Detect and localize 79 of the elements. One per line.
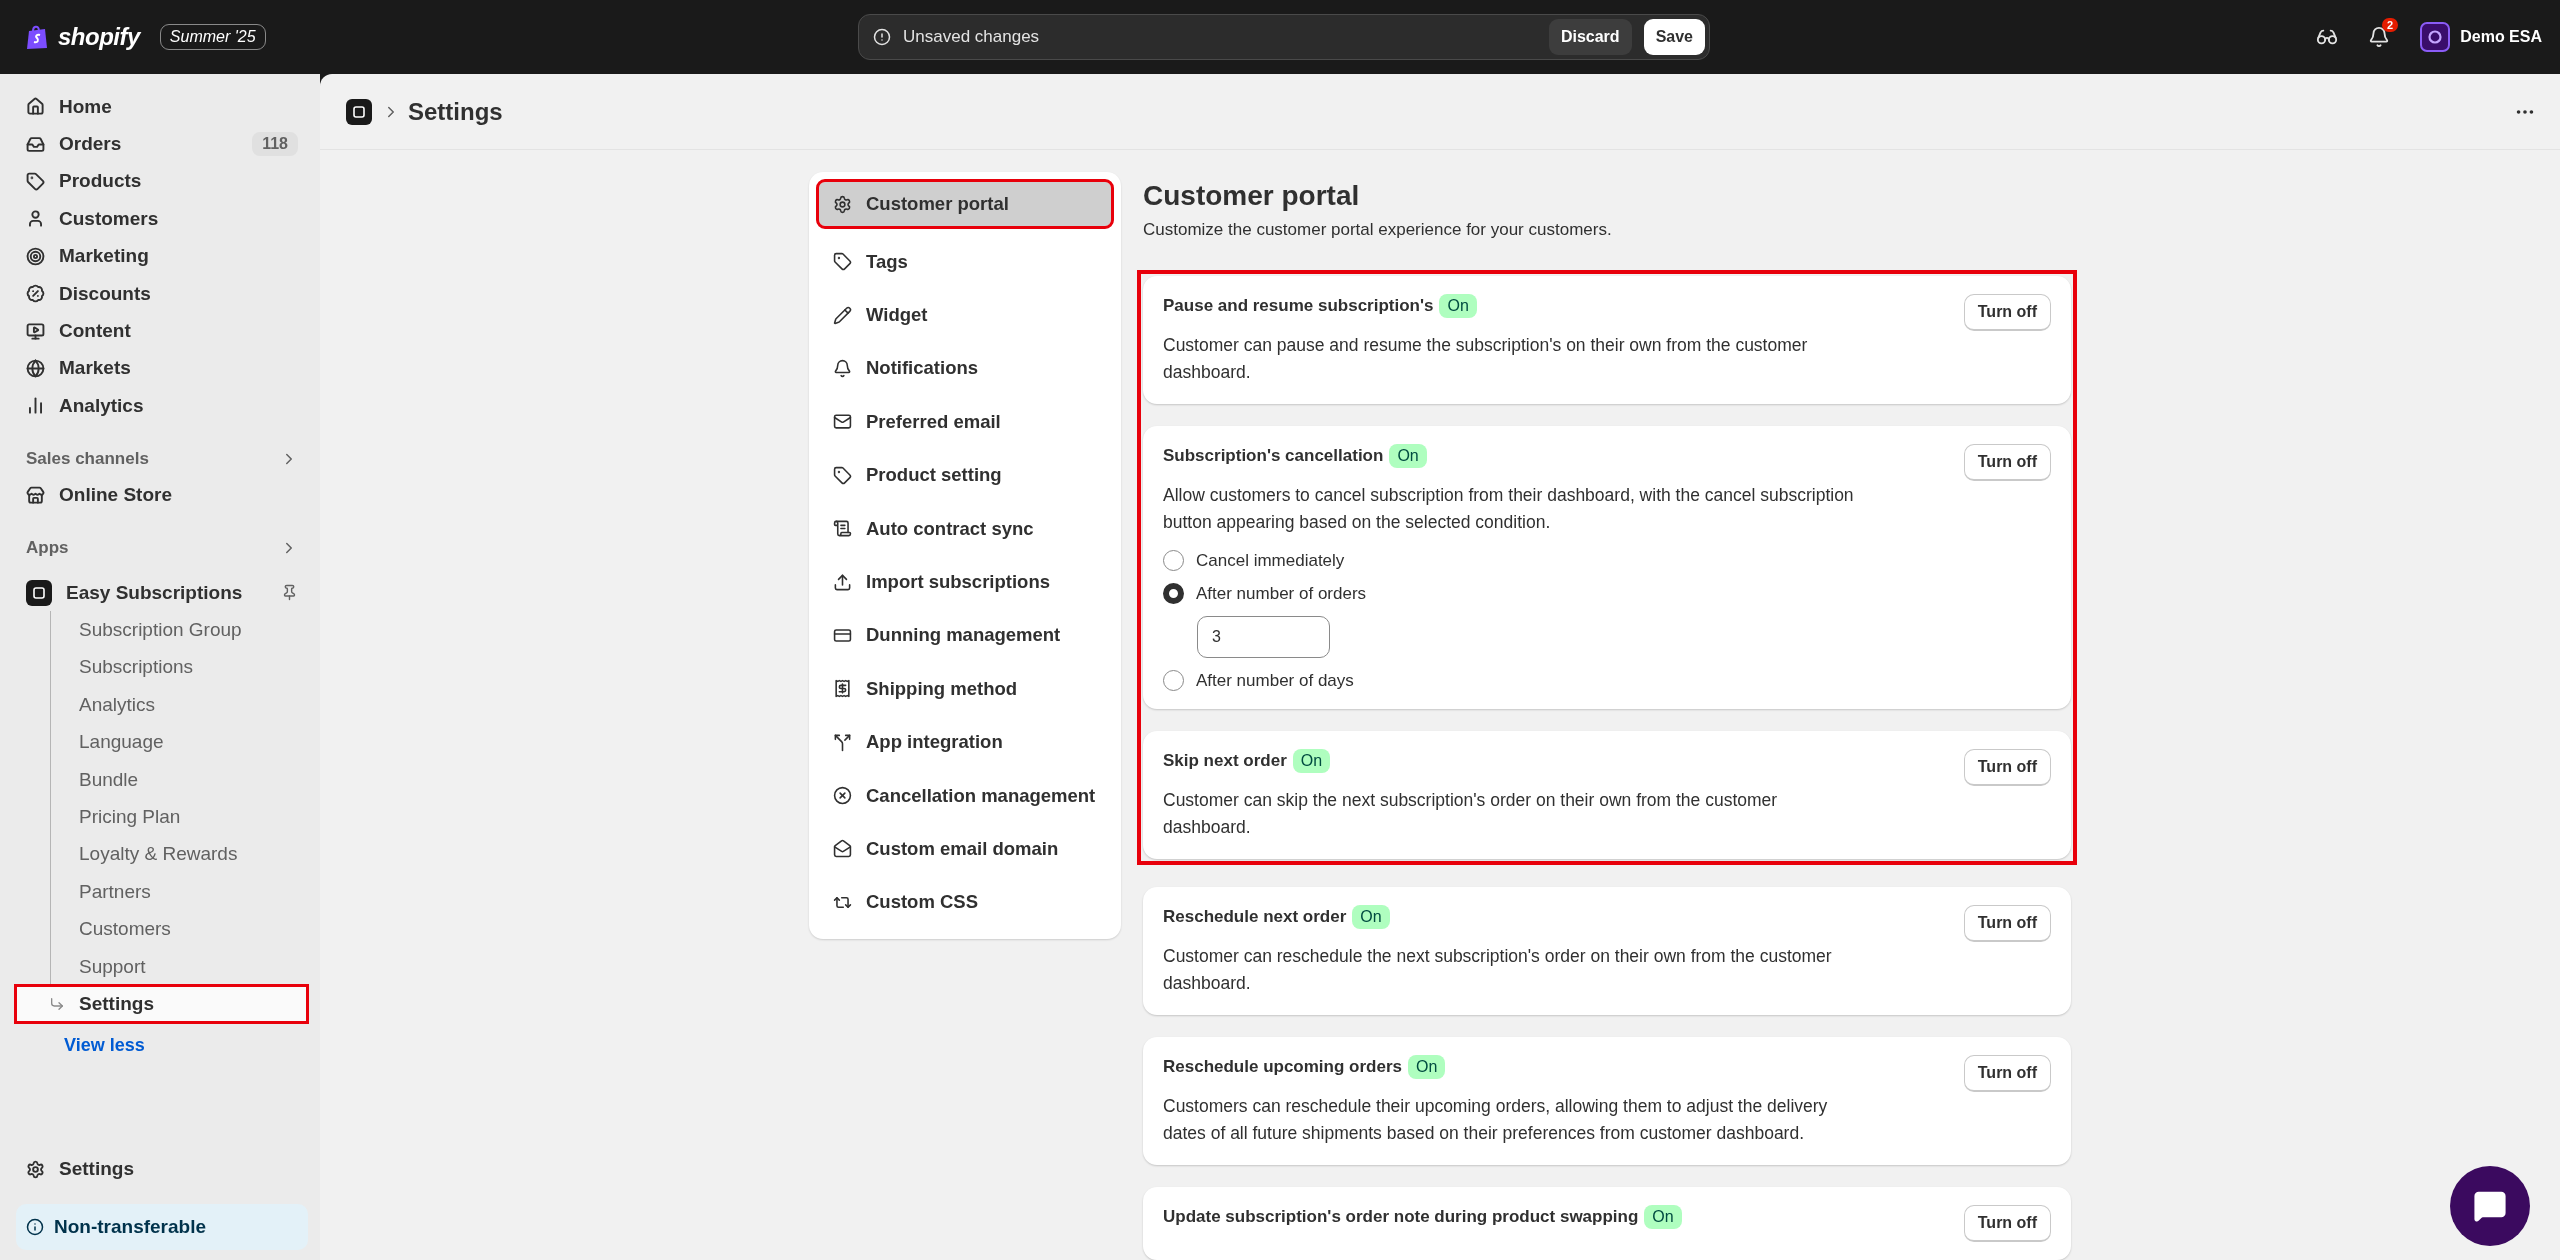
view-less-link[interactable]: View less bbox=[16, 1022, 308, 1056]
app-subitem[interactable]: Subscriptions bbox=[15, 648, 308, 687]
settings-nav-item[interactable]: App integration bbox=[819, 715, 1111, 769]
settings-item[interactable]: Settings bbox=[16, 1150, 308, 1188]
discard-button[interactable]: Discard bbox=[1548, 19, 1632, 55]
setting-description: Customer can reschedule the next subscription's order on their own from the customer dashboard. bbox=[1163, 945, 1833, 995]
turn-off-button[interactable]: Turn off bbox=[1963, 444, 2051, 481]
status-badge: On bbox=[1352, 905, 1390, 929]
sidebar-item[interactable]: Discounts bbox=[16, 274, 308, 313]
app-subitem[interactable]: Customers bbox=[15, 910, 308, 948]
turn-off-button[interactable]: Turn off bbox=[1963, 1055, 2051, 1092]
sidebar-item[interactable]: Analytics bbox=[16, 387, 308, 425]
number-field[interactable]: 3 bbox=[1197, 616, 1330, 658]
unsaved-message: Unsaved changes bbox=[903, 27, 1041, 47]
sidebar-item[interactable]: Orders 118 bbox=[16, 125, 308, 163]
setting-title: Reschedule next order bbox=[1163, 907, 1347, 927]
setting-description: Customer can pause and resume the subscription's on their own from the customer dashboard. bbox=[1163, 334, 1809, 384]
section-heading: Apps bbox=[26, 537, 69, 558]
settings-nav-item[interactable]: Import subscriptions bbox=[819, 555, 1111, 609]
setting-description: Allow customers to cancel subscription from their dashboard, with the cancel subscription button appearing based on the selected condition. bbox=[1163, 484, 1855, 534]
status-badge: On bbox=[1408, 1055, 1446, 1079]
settings-nav-item[interactable]: Cancellation management bbox=[819, 768, 1111, 823]
sidebar-item[interactable]: Marketing bbox=[16, 237, 308, 275]
settings-nav-item[interactable]: Customer portal bbox=[819, 182, 1111, 226]
sidebar-item[interactable]: Customers bbox=[16, 200, 308, 238]
settings-nav-item[interactable]: Preferred email bbox=[819, 395, 1111, 449]
notice-text: Non-transferable bbox=[54, 1216, 207, 1238]
app-subitem[interactable]: Partners bbox=[15, 873, 308, 911]
radio-label: After number of days bbox=[1196, 670, 1354, 691]
turn-off-button[interactable]: Turn off bbox=[1963, 749, 2051, 786]
app-subitem[interactable]: Settings bbox=[15, 985, 308, 1023]
setting-title: Update subscription's order note during product swapping bbox=[1163, 1207, 1639, 1227]
app-subitem[interactable]: Pricing Plan bbox=[15, 798, 308, 836]
setting-description: Customer can skip the next subscription's order on their own from the customer dashboard. bbox=[1163, 789, 1779, 839]
turn-off-button[interactable]: Turn off bbox=[1963, 294, 2051, 331]
radio-label: Cancel immediately bbox=[1196, 550, 1345, 571]
sidebar-item[interactable]: Content bbox=[16, 312, 308, 350]
turn-off-button[interactable]: Turn off bbox=[1963, 1205, 2051, 1242]
setting-title: Reschedule upcoming orders bbox=[1163, 1057, 1402, 1077]
settings-nav-item[interactable]: Custom CSS bbox=[819, 875, 1111, 930]
setting-title: Pause and resume subscription's bbox=[1163, 296, 1434, 316]
section-title: Customer portal bbox=[1143, 180, 1361, 212]
section-heading: Sales channels bbox=[26, 448, 149, 469]
settings-nav-item[interactable]: Notifications bbox=[819, 341, 1111, 396]
save-button[interactable]: Save bbox=[1643, 19, 1705, 55]
sidebar-item[interactable]: Markets bbox=[16, 349, 308, 388]
notification-count: 2 bbox=[2382, 18, 2399, 32]
sidebar-item[interactable]: Home bbox=[16, 88, 308, 126]
radio-label: After number of orders bbox=[1196, 583, 1367, 604]
app-subitem[interactable]: Subscription Group bbox=[15, 611, 308, 649]
page-title: Settings bbox=[408, 97, 503, 126]
logo-text: shopify bbox=[58, 23, 140, 51]
settings-nav-item[interactable]: Custom email domain bbox=[819, 822, 1111, 876]
app-subitem[interactable]: Loyalty & Rewards bbox=[15, 835, 308, 874]
settings-nav-item[interactable]: Product setting bbox=[819, 448, 1111, 502]
app-subitem[interactable]: Bundle bbox=[15, 760, 308, 799]
status-badge: On bbox=[1644, 1205, 1682, 1229]
setting-description: Customers can reschedule their upcoming orders, allowing them to adjust the delivery dates of all future shipments based on their preferences from customer dashboard. bbox=[1163, 1095, 1829, 1145]
status-badge: On bbox=[1389, 444, 1427, 468]
settings-nav-item[interactable]: Widget bbox=[819, 288, 1111, 342]
status-badge: On bbox=[1439, 294, 1477, 318]
settings-nav-item[interactable]: Shipping method bbox=[819, 662, 1111, 716]
app-subitem[interactable]: Analytics bbox=[15, 686, 308, 724]
app-subitem[interactable]: Language bbox=[15, 723, 308, 761]
sidebar-item[interactable]: Online Store bbox=[16, 476, 308, 514]
turn-off-button[interactable]: Turn off bbox=[1963, 905, 2051, 942]
sidebar-item[interactable]: Products bbox=[16, 162, 308, 201]
store-name[interactable]: Demo ESA bbox=[2460, 28, 2542, 46]
setting-title: Skip next order bbox=[1163, 751, 1287, 771]
app-item[interactable]: Easy Subscriptions bbox=[16, 573, 308, 612]
settings-nav-item[interactable]: Tags bbox=[819, 235, 1111, 289]
status-badge: On bbox=[1292, 749, 1331, 773]
setting-title: Subscription's cancellation bbox=[1163, 446, 1384, 466]
count-badge: 118 bbox=[252, 132, 298, 157]
app-subitem[interactable]: Support bbox=[15, 947, 308, 986]
edition-badge: Summer '25 bbox=[159, 24, 266, 50]
settings-nav-item[interactable]: Dunning management bbox=[819, 608, 1111, 663]
settings-nav-item[interactable]: Auto contract sync bbox=[819, 501, 1111, 556]
section-subtitle: Customize the customer portal experience for your customers. bbox=[1143, 220, 1613, 240]
